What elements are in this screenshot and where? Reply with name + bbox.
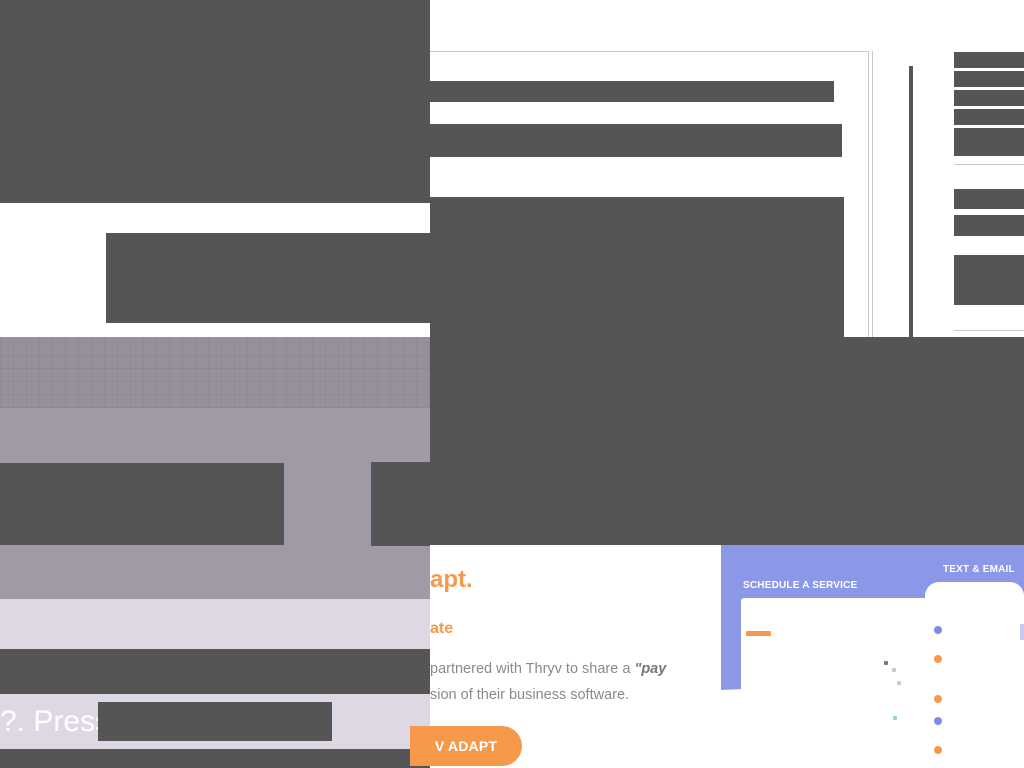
redacted-article-title[interactable] bbox=[430, 81, 834, 102]
mockup-tiny-icon-1 bbox=[884, 661, 888, 665]
mockup-orange-pill bbox=[746, 631, 771, 636]
hero-pattern bbox=[0, 337, 430, 408]
redacted-hero-strip bbox=[0, 649, 430, 694]
redacted-press-block[interactable] bbox=[98, 702, 332, 741]
phone-dot-3 bbox=[934, 695, 942, 703]
side-link-2[interactable] bbox=[954, 71, 1024, 88]
mockup-tiny-icon-4 bbox=[893, 716, 897, 720]
phone-edge-bar bbox=[1020, 624, 1024, 640]
redacted-article-subtitle bbox=[430, 124, 842, 157]
phone-dot-2 bbox=[934, 655, 942, 663]
mockup-window bbox=[741, 598, 931, 768]
side-link-3[interactable] bbox=[954, 90, 1024, 107]
vertical-divider bbox=[909, 66, 913, 337]
adapt-body-line2: sion of their business software. bbox=[430, 687, 630, 703]
redacted-article-body bbox=[430, 197, 844, 337]
hero-light-band bbox=[0, 599, 430, 649]
side-link-4[interactable] bbox=[954, 109, 1024, 126]
redacted-feature-block bbox=[430, 337, 1024, 545]
adapt-body: partnered with Thryv to share a "pay sio… bbox=[430, 656, 710, 708]
press-text: ?. Press bbox=[0, 705, 111, 738]
redacted-hero-right bbox=[371, 462, 430, 546]
adapt-subheading: ate bbox=[430, 620, 454, 637]
adapt-body-line1: partnered with Thryv to share a bbox=[430, 661, 635, 677]
mockup-tiny-icon-2 bbox=[892, 668, 896, 672]
side-divider-2 bbox=[954, 330, 1024, 331]
text-email-label: TEXT & EMAIL bbox=[943, 564, 1015, 575]
adapt-logo: apt. bbox=[430, 566, 473, 593]
adapt-body-emphasis: "pay bbox=[634, 661, 667, 677]
redacted-banner-block bbox=[106, 233, 430, 323]
phone-dot-4 bbox=[934, 717, 942, 725]
side-link-6[interactable] bbox=[954, 189, 1024, 209]
side-ad-block[interactable] bbox=[954, 255, 1024, 305]
side-divider-1 bbox=[954, 164, 1024, 165]
side-link-5[interactable] bbox=[954, 128, 1024, 157]
mockup-phone bbox=[925, 582, 1024, 768]
redacted-header-block bbox=[0, 0, 430, 203]
phone-dot-1 bbox=[934, 626, 942, 634]
side-link-1[interactable] bbox=[954, 52, 1024, 69]
schedule-service-label: SCHEDULE A SERVICE bbox=[743, 580, 858, 591]
adapt-cta-button[interactable]: V ADAPT bbox=[410, 726, 522, 766]
side-links bbox=[954, 52, 1024, 159]
phone-dot-5 bbox=[934, 746, 942, 754]
redacted-hero-left bbox=[0, 463, 284, 545]
mockup-tiny-icon-3 bbox=[897, 681, 901, 685]
side-link-7[interactable] bbox=[954, 215, 1024, 236]
redacted-footer-strip bbox=[0, 749, 430, 768]
